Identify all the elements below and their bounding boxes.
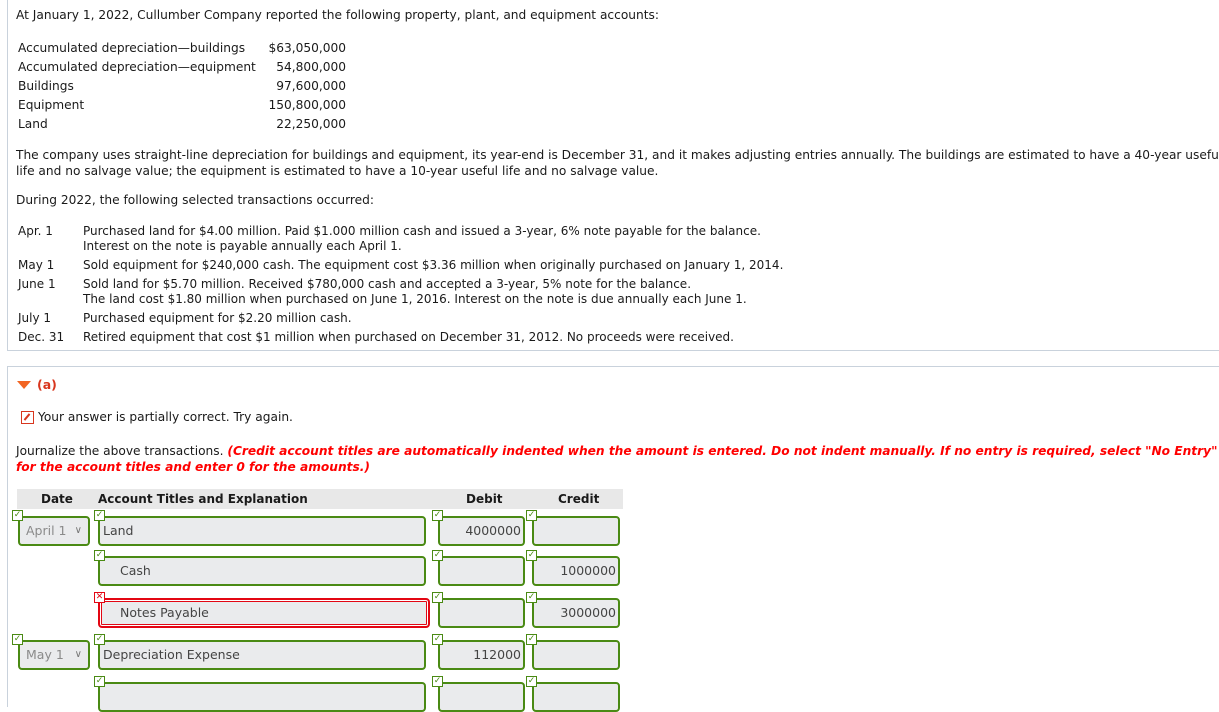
account-title-value: Depreciation Expense — [103, 647, 240, 662]
transaction-date: July 1 — [18, 311, 52, 325]
account-title-value: Land — [103, 523, 134, 538]
transaction-date: May 1 — [18, 258, 55, 272]
check-icon: ✓ — [94, 676, 105, 687]
transaction-item: July 1 Purchased equipment for $2.20 mill… — [18, 311, 783, 326]
account-amount: $63,050,000 — [268, 41, 346, 55]
during-text: During 2022, the following selected tran… — [16, 193, 374, 207]
answer-status: Your answer is partially correct. Try ag… — [21, 410, 293, 424]
debit-input[interactable]: 112000 — [438, 640, 525, 670]
check-icon: ✓ — [432, 592, 443, 603]
check-icon: ✓ — [432, 676, 443, 687]
check-icon: ✓ — [526, 550, 537, 561]
credit-input[interactable]: 3000000 — [532, 598, 620, 628]
check-icon: ✓ — [432, 550, 443, 561]
account-name: Accumulated depreciation—buildings — [18, 41, 246, 55]
account-title-value: Cash — [120, 563, 151, 578]
part-a-toggle[interactable]: (a) — [17, 377, 57, 392]
header-date: Date — [41, 492, 73, 506]
transaction-date: June 1 — [18, 277, 56, 291]
account-name: Buildings — [18, 79, 74, 93]
debit-input[interactable]: 4000000 — [438, 516, 525, 546]
check-icon: ✓ — [12, 634, 23, 645]
transaction-line: Sold land for $5.70 million. Received $7… — [83, 277, 692, 291]
account-title-value: Notes Payable — [120, 605, 209, 620]
collapse-triangle-icon — [17, 380, 31, 389]
transaction-line: The land cost $1.80 million when purchas… — [83, 292, 747, 306]
account-amount: 150,800,000 — [268, 98, 346, 112]
part-label: (a) — [37, 377, 57, 392]
transaction-item: May 1 Sold equipment for $240,000 cash. T… — [18, 258, 783, 273]
problem-intro: At January 1, 2022, Cullumber Company re… — [16, 8, 659, 22]
check-icon: ✓ — [526, 510, 537, 521]
check-icon: ✓ — [432, 510, 443, 521]
account-title-input[interactable]: Land — [98, 516, 426, 546]
header-credit: Credit — [558, 492, 600, 506]
header-account: Account Titles and Explanation — [98, 492, 308, 506]
transaction-line: Purchased land for $4.00 million. Paid $… — [83, 224, 761, 238]
transaction-line: Retired equipment that cost $1 million w… — [83, 330, 734, 344]
account-title-input[interactable]: Cash — [98, 556, 426, 586]
partially-correct-icon — [21, 410, 34, 424]
transaction-date: Apr. 1 — [18, 224, 53, 238]
account-title-input[interactable]: Depreciation Expense — [98, 640, 426, 670]
check-icon: ✓ — [94, 510, 105, 521]
account-amount: 97,600,000 — [276, 79, 346, 93]
account-amount: 54,800,000 — [276, 60, 346, 74]
account-name: Equipment — [18, 98, 85, 112]
policy-text: The company uses straight-line depreciat… — [16, 148, 1219, 178]
account-row: Buildings 97,600,000 — [18, 77, 346, 96]
transaction-line: Interest on the note is payable annually… — [83, 239, 402, 253]
date-value: May 1 — [26, 647, 64, 662]
transaction-date: Dec. 31 — [18, 330, 65, 344]
transactions-list: Apr. 1 Purchased land for $4.00 million. … — [18, 224, 783, 345]
journal-header: Date Account Titles and Explanation Debi… — [17, 489, 623, 509]
check-icon: ✓ — [94, 550, 105, 561]
date-select[interactable]: April 1 ∨ — [18, 516, 90, 546]
credit-input[interactable] — [532, 640, 620, 670]
debit-input[interactable] — [438, 598, 525, 628]
check-icon: ✓ — [432, 634, 443, 645]
check-icon: ✓ — [94, 634, 105, 645]
debit-input[interactable] — [438, 556, 525, 586]
check-icon: ✓ — [526, 676, 537, 687]
status-text: Your answer is partially correct. Try ag… — [38, 410, 293, 424]
header-debit: Debit — [466, 492, 503, 506]
account-row: Accumulated depreciation—equipment 54,800… — [18, 58, 346, 77]
account-name: Land — [18, 117, 48, 131]
credit-input[interactable]: 1000000 — [532, 556, 620, 586]
check-icon: ✓ — [526, 592, 537, 603]
date-value: April 1 — [26, 523, 67, 538]
account-row: Accumulated depreciation—buildings $63,05… — [18, 39, 346, 58]
incorrect-x-icon: ✕ — [94, 592, 105, 603]
transaction-item: Apr. 1 Purchased land for $4.00 million. … — [18, 224, 783, 254]
chevron-down-icon: ∨ — [74, 649, 82, 660]
transaction-line: Sold equipment for $240,000 cash. The eq… — [83, 258, 784, 272]
check-icon: ✓ — [12, 510, 23, 521]
debit-value: 112000 — [473, 647, 521, 662]
credit-value: 3000000 — [560, 605, 616, 620]
account-title-input[interactable]: Notes Payable — [98, 598, 430, 628]
check-icon: ✓ — [526, 634, 537, 645]
credit-input[interactable] — [532, 516, 620, 546]
credit-value: 1000000 — [560, 563, 616, 578]
chevron-down-icon: ∨ — [74, 525, 82, 536]
transaction-item: Dec. 31 Retired equipment that cost $1 mi… — [18, 330, 783, 345]
debit-value: 4000000 — [465, 523, 521, 538]
instructions: Journalize the above transactions. (Cred… — [16, 444, 1219, 475]
account-name: Accumulated depreciation—equipment — [18, 60, 256, 74]
date-select[interactable]: May 1 ∨ — [18, 640, 90, 670]
account-amount: 22,250,000 — [276, 117, 346, 131]
instruction-plain: Journalize the above transactions. — [16, 444, 228, 458]
transaction-item: June 1 Sold land for $5.70 million. Recei… — [18, 277, 783, 307]
account-row: Land 22,250,000 — [18, 115, 346, 134]
accounts-table: Accumulated depreciation—buildings $63,05… — [18, 39, 346, 134]
account-row: Equipment 150,800,000 — [18, 96, 346, 115]
transaction-line: Purchased equipment for $2.20 million ca… — [83, 311, 352, 325]
